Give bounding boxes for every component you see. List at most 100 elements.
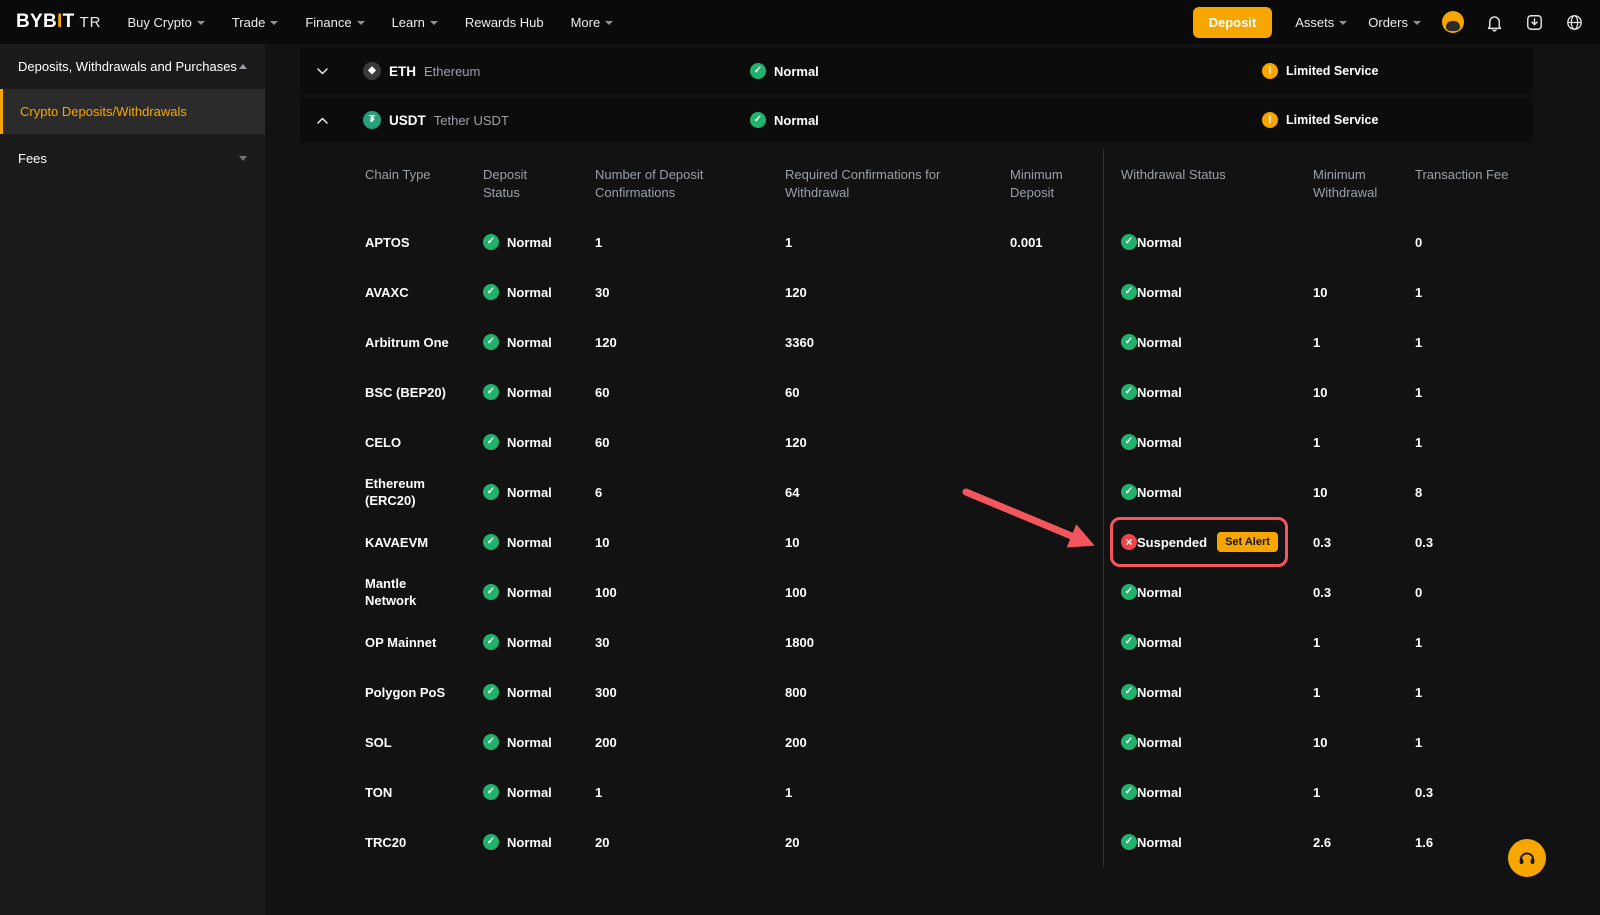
sidebar-item-fees[interactable]: Fees xyxy=(0,134,265,182)
nav-item-label: More xyxy=(571,15,601,30)
chain-type-cell: Polygon PoS xyxy=(365,667,483,717)
normal-status-icon xyxy=(1121,634,1137,650)
withdrawal-confirmations-cell: 120 xyxy=(785,417,1010,467)
table-row: KAVAEVM Normal 10 10 Suspended Set Alert… xyxy=(300,517,1533,567)
chevron-down-icon xyxy=(357,21,365,25)
avatar[interactable] xyxy=(1442,11,1464,33)
chain-type-cell: Ethereum (ERC20) xyxy=(365,467,483,517)
nav-item-label: Learn xyxy=(392,15,425,30)
download-app-icon[interactable] xyxy=(1525,13,1544,32)
withdrawal-confirmations-cell: 3360 xyxy=(785,317,1010,367)
minimum-withdrawal-cell: 1 xyxy=(1313,767,1415,817)
chain-type-cell: AVAXC xyxy=(365,267,483,317)
sidebar-item-deposits-withdrawals-purchases[interactable]: Deposits, Withdrawals and Purchases xyxy=(0,44,265,89)
language-globe-icon[interactable] xyxy=(1565,13,1584,32)
chain-type-cell: SOL xyxy=(365,717,483,767)
nav-finance[interactable]: Finance xyxy=(305,15,364,30)
deposit-confirmations-cell: 10 xyxy=(595,517,785,567)
deposit-confirmations-cell: 1 xyxy=(595,217,785,267)
deposit-status-cell: Normal xyxy=(483,767,595,817)
suspended-status-icon xyxy=(1121,534,1137,550)
chevron-down-icon[interactable] xyxy=(317,68,328,75)
nav-assets[interactable]: Assets xyxy=(1295,15,1347,30)
withdrawal-confirmations-cell: 10 xyxy=(785,517,1010,567)
table-body: APTOS Normal 1 1 0.001 Normal 0 AVAXC No… xyxy=(300,217,1533,867)
normal-status-icon xyxy=(483,734,499,750)
deposit-button[interactable]: Deposit xyxy=(1193,7,1273,38)
nav-rewards-hub[interactable]: Rewards Hub xyxy=(465,15,544,30)
minimum-deposit-cell xyxy=(1010,417,1103,467)
withdrawal-status-label: Normal xyxy=(1137,485,1182,500)
coin-row-usdt[interactable]: ₮ USDT Tether USDT Normal Limited Servic… xyxy=(300,97,1533,143)
minimum-withdrawal-cell: 0.3 xyxy=(1313,567,1415,617)
deposit-status-cell: Normal xyxy=(483,467,595,517)
chevron-up-icon[interactable] xyxy=(317,117,328,124)
col-minimum-withdrawal: Minimum Withdrawal xyxy=(1313,166,1415,202)
withdrawal-status-label: Normal xyxy=(1137,835,1182,850)
nav-item-label: Buy Crypto xyxy=(128,15,192,30)
nav-learn[interactable]: Learn xyxy=(392,15,438,30)
minimum-withdrawal-cell: 1 xyxy=(1313,417,1415,467)
support-chat-button[interactable] xyxy=(1508,839,1546,877)
withdrawal-status-cell: Normal xyxy=(1103,217,1313,267)
withdrawal-status-cell: Normal xyxy=(1103,467,1313,517)
chain-type-cell: APTOS xyxy=(365,217,483,267)
notifications-bell-icon[interactable] xyxy=(1485,13,1504,32)
logo-text: BYBIT xyxy=(16,11,75,33)
col-deposit-status: Deposit Status xyxy=(483,166,595,202)
normal-status-icon xyxy=(483,784,499,800)
table-row: AVAXC Normal 30 120 Normal 10 1 xyxy=(300,267,1533,317)
transaction-fee-cell: 1 xyxy=(1415,667,1533,717)
chain-type-cell: BSC (BEP20) xyxy=(365,367,483,417)
bybit-logo[interactable]: BYBIT TR xyxy=(16,11,102,33)
service-label: Limited Service xyxy=(1286,64,1378,78)
minimum-withdrawal-cell: 1 xyxy=(1313,617,1415,667)
deposit-status-cell: Normal xyxy=(483,267,595,317)
table-row: Polygon PoS Normal 300 800 Normal 1 1 xyxy=(300,667,1533,717)
withdrawal-status-label: Normal xyxy=(1137,635,1182,650)
coin-service-status: Limited Service xyxy=(1262,112,1378,128)
normal-status-icon xyxy=(1121,484,1137,500)
transaction-fee-cell: 0.3 xyxy=(1415,767,1533,817)
deposit-status-cell: Normal xyxy=(483,417,595,467)
nav-orders[interactable]: Orders xyxy=(1368,15,1421,30)
deposit-status-cell: Normal xyxy=(483,367,595,417)
normal-status-icon xyxy=(483,434,499,450)
transaction-fee-cell: 1 xyxy=(1415,367,1533,417)
minimum-deposit-cell xyxy=(1010,817,1103,867)
normal-status-icon xyxy=(483,234,499,250)
deposit-status-label: Normal xyxy=(507,485,552,500)
deposit-status-label: Normal xyxy=(507,335,552,350)
deposit-confirmations-cell: 20 xyxy=(595,817,785,867)
normal-status-icon xyxy=(483,284,499,300)
set-alert-button[interactable]: Set Alert xyxy=(1217,532,1278,552)
deposit-confirmations-cell: 200 xyxy=(595,717,785,767)
normal-status-icon xyxy=(1121,434,1137,450)
deposit-status-cell: Normal xyxy=(483,567,595,617)
sidebar-item-crypto-deposits-withdrawals[interactable]: Crypto Deposits/Withdrawals xyxy=(0,89,265,134)
withdrawal-status-label: Normal xyxy=(1137,285,1182,300)
withdrawal-confirmations-cell: 120 xyxy=(785,267,1010,317)
deposit-status-cell: Normal xyxy=(483,517,595,567)
deposit-confirmations-cell: 120 xyxy=(595,317,785,367)
nav-more[interactable]: More xyxy=(571,15,614,30)
coin-row-eth[interactable]: ◆ ETH Ethereum Normal Limited Service xyxy=(300,48,1533,94)
limited-service-warning-icon xyxy=(1262,112,1278,128)
withdrawal-confirmations-cell: 20 xyxy=(785,817,1010,867)
transaction-fee-cell: 8 xyxy=(1415,467,1533,517)
sidebar-item-label: Deposits, Withdrawals and Purchases xyxy=(18,59,237,74)
withdrawal-status-cell: Normal xyxy=(1103,367,1313,417)
chevron-down-icon xyxy=(270,21,278,25)
nav-buy-crypto[interactable]: Buy Crypto xyxy=(128,15,205,30)
usdt-icon: ₮ xyxy=(363,111,381,129)
deposit-confirmations-cell: 30 xyxy=(595,617,785,667)
minimum-withdrawal-cell: 10 xyxy=(1313,467,1415,517)
normal-status-icon xyxy=(1121,384,1137,400)
withdrawal-status-label: Normal xyxy=(1137,385,1182,400)
table-row: Arbitrum One Normal 120 3360 Normal 1 1 xyxy=(300,317,1533,367)
logo-region: TR xyxy=(80,14,102,31)
nav-trade[interactable]: Trade xyxy=(232,15,278,30)
main-nav: Buy Crypto Trade Finance Learn Rewards H… xyxy=(128,15,614,30)
coin-deposit-status: Normal xyxy=(750,63,819,79)
chain-type-cell: OP Mainnet xyxy=(365,617,483,667)
